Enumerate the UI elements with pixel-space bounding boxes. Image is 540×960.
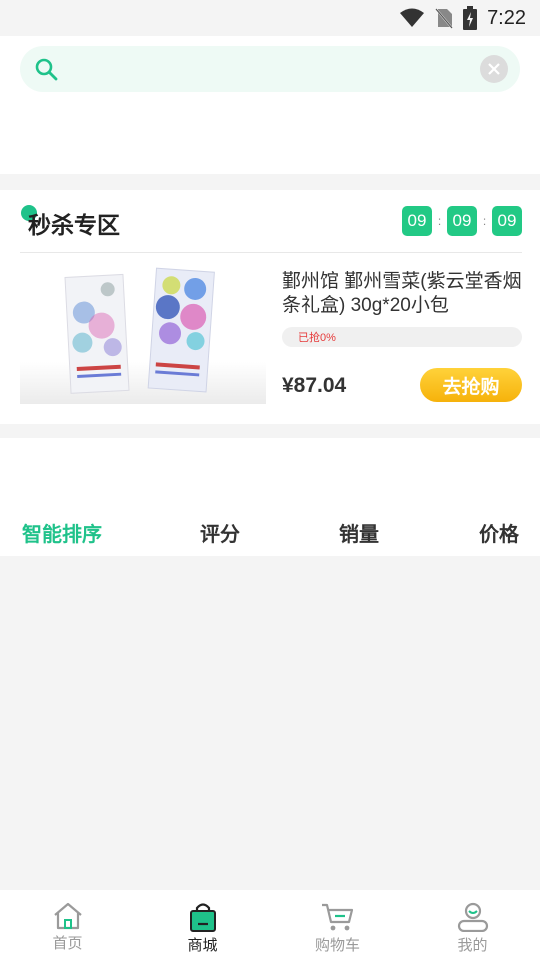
tab-profile-label: 我的	[457, 937, 488, 954]
countdown-timer: 09 : 09 : 09	[402, 206, 522, 236]
sort-sales[interactable]: 销量	[339, 518, 379, 547]
bottom-tab-bar: 首页 商城 购物车 我的	[0, 890, 540, 960]
countdown-hours: 09	[402, 206, 432, 236]
cart-icon	[321, 903, 353, 931]
status-bar: 7:22	[0, 0, 540, 36]
tab-mall[interactable]: 商城	[135, 890, 270, 960]
sort-smart[interactable]: 智能排序	[22, 518, 102, 547]
product-name[interactable]: 鄞州馆 鄞州雪菜(紫云堂香烟条礼盒) 30g*20小包	[282, 270, 524, 318]
status-icons: 7:22	[399, 6, 526, 30]
sold-progress-bar: 已抢0%	[282, 327, 522, 347]
header	[0, 36, 540, 174]
flash-sale-title: 秒杀专区	[28, 212, 120, 238]
flash-sale-section: 秒杀专区 09 : 09 : 09 鄞州馆 鄞州雪菜(紫云堂香烟条礼盒) 30g…	[0, 190, 540, 424]
wifi-icon	[400, 8, 425, 27]
tab-home[interactable]: 首页	[0, 890, 135, 960]
tab-home-label: 首页	[52, 935, 83, 952]
sort-price[interactable]: 价格	[479, 518, 519, 547]
user-icon	[457, 902, 488, 932]
battery-charging-icon	[463, 6, 478, 30]
countdown-minutes: 09	[447, 206, 477, 236]
flash-sale-product-card[interactable]: 鄞州馆 鄞州雪菜(紫云堂香烟条礼盒) 30g*20小包 已抢0% ¥87.04 …	[20, 264, 524, 404]
product-image[interactable]	[20, 264, 266, 404]
clear-icon[interactable]	[480, 55, 508, 83]
tab-cart-label: 购物车	[314, 937, 360, 954]
countdown-separator: :	[482, 214, 487, 228]
countdown-seconds: 09	[492, 206, 522, 236]
buy-now-button[interactable]: 去抢购	[420, 368, 522, 402]
search-bar[interactable]	[20, 46, 520, 92]
sort-bar: 智能排序 评分 销量 价格	[0, 508, 540, 556]
sold-progress-label: 已抢0%	[298, 332, 336, 344]
countdown-separator: :	[437, 214, 442, 228]
tab-profile[interactable]: 我的	[405, 890, 540, 960]
home-icon	[53, 902, 82, 930]
search-icon	[35, 58, 58, 81]
tab-mall-label: 商城	[187, 937, 218, 954]
search-input[interactable]	[72, 54, 472, 84]
tab-cart[interactable]: 购物车	[270, 890, 405, 960]
no-sim-icon	[435, 8, 453, 29]
shopping-bag-icon	[189, 903, 216, 932]
divider	[20, 252, 522, 253]
product-price: ¥87.04	[282, 374, 347, 397]
blank-area	[0, 438, 540, 508]
clock: 7:22	[487, 6, 526, 29]
sort-rating[interactable]: 评分	[200, 518, 240, 547]
